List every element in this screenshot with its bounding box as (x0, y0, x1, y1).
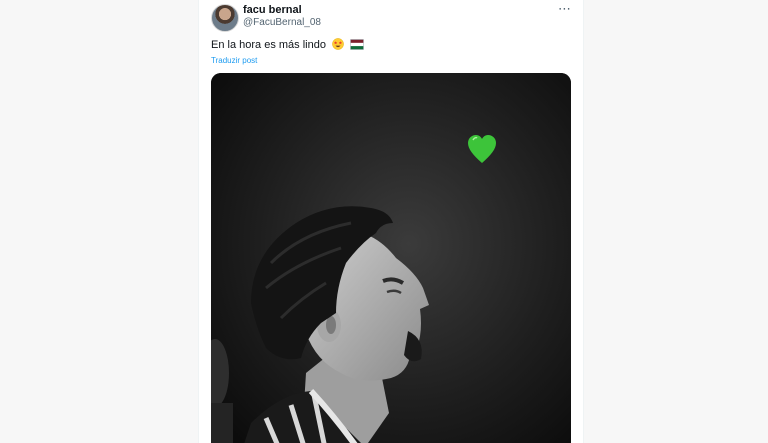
more-options-icon[interactable]: ⋯ (558, 1, 571, 17)
tweet-text: En la hora es más lindo (211, 38, 364, 53)
page: facu bernal @FacuBernal_08 ⋯ En la hora … (0, 0, 768, 443)
tricolor-flag-emoji-icon (350, 39, 364, 53)
user-name[interactable]: facu bernal (243, 4, 302, 16)
user-handle[interactable]: @FacuBernal_08 (243, 17, 321, 28)
player-photo (211, 73, 571, 443)
translate-post-link[interactable]: Traduzir post (211, 56, 257, 65)
tweet-card: facu bernal @FacuBernal_08 ⋯ En la hora … (198, 0, 584, 443)
star-struck-emoji-icon (332, 38, 344, 53)
post-media-image[interactable] (211, 73, 571, 443)
tweet-text-content: En la hora es más lindo (211, 39, 326, 51)
avatar[interactable] (211, 4, 239, 32)
